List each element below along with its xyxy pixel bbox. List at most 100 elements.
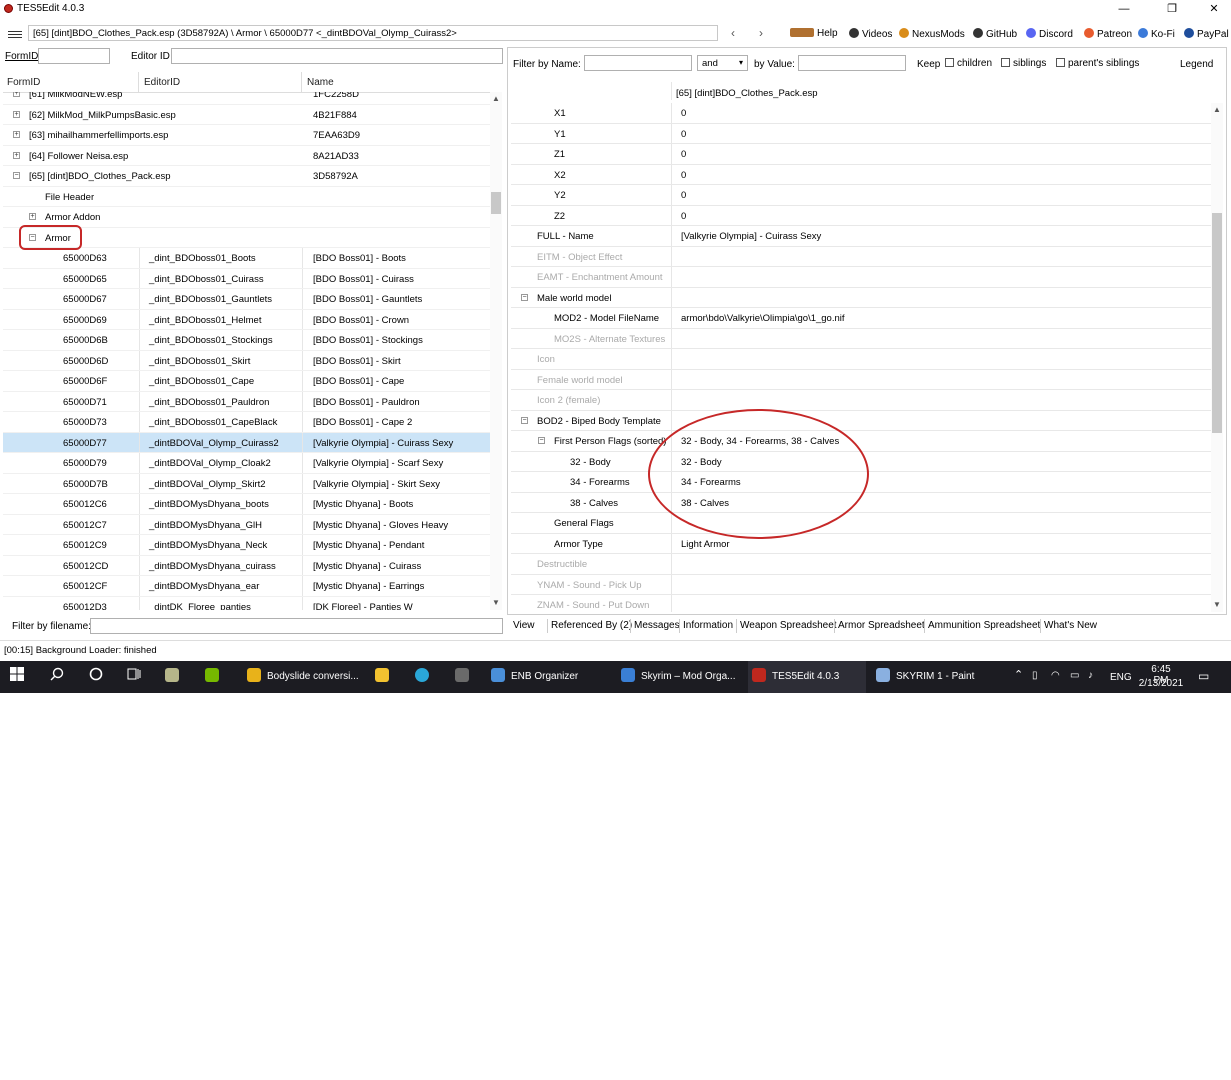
field-row[interactable]: MO2S - Alternate Textures [511,328,1211,349]
start-button[interactable] [10,661,30,693]
left-scrollbar-thumb[interactable] [491,192,501,214]
taskbar-app-modorganizer[interactable]: Skyrim – Mod Orga... [617,661,743,693]
field-row[interactable]: Z1 0 [511,144,1211,165]
tree-row[interactable]: 65000D65 _dint_BDOboss01_Cuirass [BDO Boss… [3,268,491,289]
field-row[interactable]: X2 0 [511,164,1211,185]
tree-row[interactable]: 650012D3 _dintDK_Floree_panties [DK Floree… [3,596,491,610]
field-row[interactable]: X1 0 [511,103,1211,124]
nvidia-icon[interactable] [205,661,225,693]
collapse-icon[interactable]: − [538,437,545,444]
field-row[interactable]: MOD2 - Model FileName armor\bdo\Valkyrie\… [511,308,1211,329]
taskbar-app-tes5edit[interactable]: TES5Edit 4.0.3 [748,661,866,693]
tab-what-s-new[interactable]: What's New [1044,620,1097,631]
tree-row[interactable]: 650012CF _dintBDOMysDhyana_ear [Mystic Dhy… [3,576,491,597]
tree-row[interactable]: 65000D79 _dintBDOVal_Olymp_Cloak2 [Valkyri… [3,453,491,474]
nexusmods-link[interactable]: NexusMods [899,28,965,40]
file-explorer-icon[interactable] [375,661,395,693]
battery-icon[interactable]: ▭ [1070,670,1079,681]
tree-row[interactable]: 65000D71 _dint_BDOboss01_Pauldron [BDO Bos… [3,391,491,412]
cortana-icon[interactable] [89,661,103,693]
tree-row[interactable]: 65000D7B _dintBDOVal_Olymp_Skirt2 [Valkyri… [3,473,491,494]
keep-siblings-checkbox[interactable]: siblings [1001,58,1046,69]
tree-row[interactable]: + [64] Follower Neisa.esp 8A21AD33 [3,146,491,166]
tab-messages[interactable]: Messages [634,620,680,631]
patreon-link[interactable]: Patreon [1084,28,1132,40]
right-scrollbar-thumb[interactable] [1212,213,1222,433]
field-row[interactable]: ZNAM - Sound - Put Down [511,595,1211,612]
filter-operator-select[interactable]: and ▾ [697,55,748,71]
scroll-down-icon[interactable]: ▼ [1213,600,1221,609]
scroll-up-icon[interactable]: ▲ [492,94,500,103]
keep-children-checkbox[interactable]: children [945,58,992,69]
taskbar-app-enb[interactable]: ENB Organizer [487,661,605,693]
collapse-icon[interactable]: − [521,416,528,424]
tree-row[interactable]: 65000D67 _dint_BDOboss01_Gauntlets [BDO Bo… [3,289,491,310]
forward-button[interactable]: › [759,26,763,40]
volume-icon[interactable]: ♪ [1088,670,1093,681]
pinned-game-icon[interactable] [455,661,475,693]
tab-armor-spreadsheet[interactable]: Armor Spreadsheet [838,620,925,631]
field-row[interactable]: Y1 0 [511,123,1211,144]
help-link[interactable]: Help [790,28,838,39]
record-path-field[interactable]: [65] [dint]BDO_Clothes_Pack.esp (3D58792… [28,25,718,41]
close-button[interactable]: ✕ [1200,2,1228,16]
filter-by-filename-input[interactable] [90,618,503,634]
tree-row[interactable]: 650012C9 _dintBDOMysDhyana_Neck [Mystic Dh… [3,535,491,556]
record-fields-tree[interactable]: X1 0 Y1 0 Z1 0 X2 0 Y2 0 Z2 0 FULL - Name [Valkyrie O… [511,103,1211,612]
column-header-editorid[interactable]: EditorID [144,77,180,88]
paypal-link[interactable]: PayPal [1184,28,1229,40]
scroll-down-icon[interactable]: ▼ [492,598,500,607]
field-row[interactable]: Icon [511,349,1211,370]
tree-row[interactable]: + [61] MilkModNEW.esp 1FC2258D [3,92,491,105]
tray-chevron-up-icon[interactable]: ⌃ [1014,668,1023,681]
field-row[interactable]: YNAM - Sound - Pick Up [511,574,1211,595]
keep-parents-siblings-checkbox[interactable]: parent's siblings [1056,58,1139,69]
discord-link[interactable]: Discord [1026,28,1073,40]
filter-by-name-input[interactable] [584,55,692,71]
tree-row[interactable]: − [65] [dint]BDO_Clothes_Pack.esp 3D58792A [3,166,491,187]
videos-link[interactable]: Videos [849,28,892,40]
field-row[interactable]: FULL - Name [Valkyrie Olympia] - Cuirass … [511,226,1211,247]
editorid-filter-input[interactable] [171,48,503,64]
collapse-icon[interactable]: − [521,293,528,301]
left-scrollbar[interactable]: ▲ ▼ [490,92,502,610]
expand-icon[interactable]: + [13,92,20,97]
tree-row[interactable]: 65000D69 _dint_BDOboss01_Helmet [BDO Boss0… [3,309,491,330]
column-header-name[interactable]: Name [307,77,334,88]
hamburger-menu-icon[interactable] [8,31,22,32]
expand-icon[interactable]: + [13,110,20,118]
expand-icon[interactable]: + [13,131,20,138]
tree-row[interactable]: 650012C7 _dintBDOMysDhyana_GlH [Mystic Dhy… [3,514,491,535]
tree-row[interactable]: 65000D73 _dint_BDOboss01_CapeBlack [BDO Bo… [3,412,491,433]
tree-row[interactable]: 65000D6B _dint_BDOboss01_Stockings [BDO Bo… [3,330,491,351]
task-view-icon[interactable] [127,661,141,693]
kofi-link[interactable]: Ko-Fi [1138,28,1175,40]
edge-icon[interactable] [415,661,435,693]
by-value-input[interactable] [798,55,906,71]
language-indicator[interactable]: ENG [1110,672,1132,683]
field-row[interactable]: Icon 2 (female) [511,390,1211,411]
tab-information[interactable]: Information [683,620,733,631]
record-tree[interactable]: + [61] MilkModNEW.esp 1FC2258D + [62] MilkMo… [3,92,491,610]
field-row[interactable]: EITM - Object Effect [511,246,1211,267]
collapse-icon[interactable]: − [13,172,20,179]
expand-icon[interactable]: + [29,213,36,220]
right-scrollbar[interactable]: ▲ ▼ [1211,103,1223,612]
taskbar-app-paint[interactable]: SKYRIM 1 - Paint [872,661,992,693]
tree-row[interactable]: 65000D77 _dintBDOVal_Olymp_Cuirass2 [Valky… [3,432,491,453]
field-row[interactable]: − BOD2 - Biped Body Template [511,410,1211,431]
tab-referenced-by-2[interactable]: Referenced By (2) [551,620,632,631]
tree-row[interactable]: + [63] mihailhammerfellimports.esp 7EAA63D… [3,125,491,146]
taskbar-app-chrome[interactable]: Bodyslide conversi... [243,661,361,693]
tree-row[interactable]: 65000D6D _dint_BDOboss01_Skirt [BDO Boss01… [3,350,491,371]
column-header-formid[interactable]: FormID [7,77,40,88]
tree-row[interactable]: File Header [3,187,491,207]
tree-row[interactable]: 65000D63 _dint_BDOboss01_Boots [BDO Boss01… [3,248,491,269]
field-row[interactable]: Z2 0 [511,205,1211,226]
field-row[interactable]: Female world model [511,369,1211,390]
formid-filter-input[interactable] [38,48,110,64]
expand-icon[interactable]: + [13,151,20,159]
scroll-up-icon[interactable]: ▲ [1213,105,1221,114]
notification-icon[interactable]: ▭ [1198,669,1209,683]
field-row[interactable]: Destructible [511,554,1211,575]
